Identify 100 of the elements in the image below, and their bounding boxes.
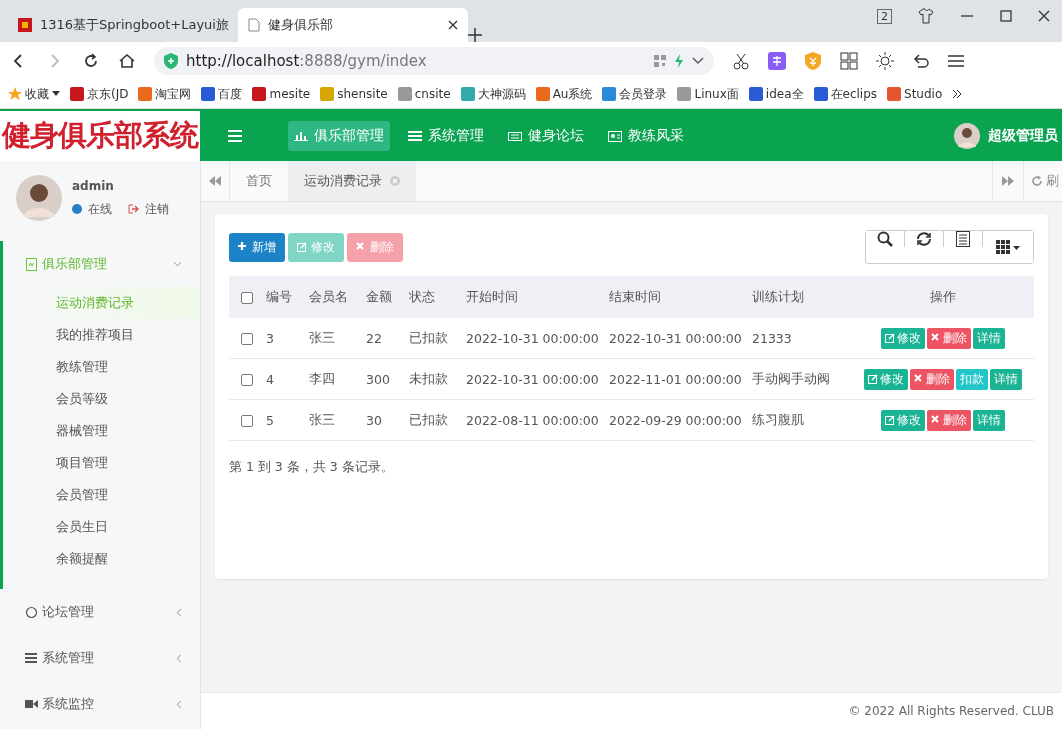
menu-item[interactable]: 余额提醒 bbox=[3, 543, 200, 575]
bookmark[interactable]: 京东(JD bbox=[87, 85, 129, 103]
bookmark[interactable]: 淘宝网 bbox=[155, 85, 192, 103]
sun-icon[interactable] bbox=[876, 52, 894, 70]
column-header: 开始时间 bbox=[466, 288, 518, 304]
favorites-label[interactable]: 收藏 bbox=[25, 85, 49, 103]
translate-icon[interactable] bbox=[768, 52, 786, 70]
plus-icon bbox=[238, 242, 248, 252]
bookmark[interactable]: 百度 bbox=[218, 85, 243, 103]
columns-icon[interactable] bbox=[996, 240, 1020, 254]
table-cell: 未扣款 bbox=[409, 370, 448, 386]
menu-item[interactable]: 会员等级 bbox=[3, 383, 200, 415]
avatar bbox=[16, 175, 62, 221]
chevron-left-icon bbox=[176, 699, 182, 709]
column-header: 训练计划 bbox=[752, 288, 804, 304]
maximize-icon[interactable] bbox=[1000, 10, 1012, 22]
menu-icon[interactable] bbox=[948, 54, 964, 68]
avatar bbox=[954, 123, 980, 149]
list-icon bbox=[408, 130, 422, 142]
logout-link[interactable]: 注销 bbox=[145, 200, 169, 218]
copyright-text: © 2022 All Rights Reserved. CLUB bbox=[201, 692, 1062, 729]
table-cell: 2022-09-29 00:00:00 bbox=[609, 412, 742, 428]
table-cell: 2022-10-31 00:00:00 bbox=[609, 330, 742, 346]
chevron-down-icon bbox=[173, 261, 182, 267]
bookmark[interactable]: Linux面 bbox=[694, 85, 739, 103]
close-icon bbox=[356, 242, 366, 252]
chart-icon bbox=[294, 130, 308, 142]
bookmark[interactable]: 会员登录 bbox=[619, 85, 668, 103]
menu-group[interactable]: 系统管理 bbox=[3, 635, 200, 681]
bookmark[interactable]: idea全 bbox=[765, 85, 804, 103]
column-header: 金额 bbox=[366, 288, 392, 304]
menu-item[interactable]: 会员生日 bbox=[3, 511, 200, 543]
bookmark[interactable]: 大神源码 bbox=[477, 85, 526, 103]
star-icon bbox=[8, 87, 22, 101]
close-icon[interactable] bbox=[1038, 10, 1050, 22]
app-logo: 健身俱乐部系统 bbox=[0, 111, 200, 161]
bookmark-icon bbox=[252, 87, 267, 101]
logout-icon[interactable] bbox=[128, 204, 139, 214]
reload-icon[interactable] bbox=[82, 52, 100, 70]
row-checkbox[interactable] bbox=[241, 415, 253, 427]
page-tab[interactable]: 首页 bbox=[230, 161, 288, 201]
bookmark-icon bbox=[887, 87, 902, 101]
rewind-icon[interactable] bbox=[209, 176, 221, 186]
edit-icon bbox=[884, 415, 895, 425]
new-tab-icon[interactable] bbox=[468, 28, 482, 42]
table-cell: 练习腹肌 bbox=[752, 411, 804, 427]
toolbar-button[interactable]: 新增 bbox=[229, 232, 285, 262]
table-cell: 2022-11-01 00:00:00 bbox=[609, 371, 742, 387]
menu-item[interactable]: 教练管理 bbox=[3, 351, 200, 383]
chevron-left-icon bbox=[176, 653, 182, 663]
scissors-icon[interactable] bbox=[732, 52, 750, 70]
refresh-icon bbox=[1032, 176, 1042, 186]
bookmark[interactable]: shensite bbox=[337, 87, 388, 101]
browser-tab[interactable]: 健身俱乐部 bbox=[238, 8, 468, 42]
table-cell: 张三 bbox=[309, 411, 335, 427]
menu-group[interactable]: 论坛管理 bbox=[3, 589, 200, 635]
bookmark[interactable]: 在eclips bbox=[830, 85, 878, 103]
shirt-icon[interactable] bbox=[918, 8, 934, 24]
table-cell: 30 bbox=[366, 412, 382, 428]
table-cell: 300 bbox=[366, 371, 390, 387]
menu-item[interactable]: 会员管理 bbox=[3, 479, 200, 511]
camera-icon bbox=[25, 697, 38, 711]
menu-item[interactable]: 器械管理 bbox=[3, 415, 200, 447]
chevron-icon[interactable] bbox=[692, 57, 704, 65]
shield-icon bbox=[164, 53, 178, 69]
caret-icon[interactable] bbox=[52, 91, 60, 97]
close-icon[interactable] bbox=[448, 20, 458, 30]
bookmark[interactable]: Au系统 bbox=[552, 85, 593, 103]
refresh-button[interactable]: 刷 bbox=[1023, 161, 1062, 201]
document-icon bbox=[25, 257, 38, 271]
bookmark-icon bbox=[677, 87, 692, 101]
menu-group[interactable]: 系统监控 bbox=[3, 681, 200, 727]
qr-icon[interactable] bbox=[654, 55, 666, 67]
bookmark-icon bbox=[320, 87, 335, 101]
edit-icon bbox=[867, 374, 878, 384]
search-icon[interactable] bbox=[866, 231, 905, 247]
fast-forward-icon[interactable] bbox=[1002, 176, 1014, 186]
column-header: 操作 bbox=[929, 288, 956, 304]
bookmark[interactable]: Studio bbox=[904, 87, 943, 101]
menu-item[interactable]: 我的推荐项目 bbox=[3, 319, 200, 351]
bookmark-icon bbox=[397, 87, 412, 101]
bookmark[interactable]: mesite bbox=[269, 87, 311, 101]
bookmark-icon bbox=[70, 87, 84, 101]
row-checkbox[interactable] bbox=[241, 333, 253, 345]
undo-icon[interactable] bbox=[912, 52, 930, 70]
home-icon[interactable] bbox=[118, 52, 136, 70]
browser-tab[interactable]: 1316基于Springboot+Layui旅 bbox=[8, 8, 238, 42]
more-icon[interactable] bbox=[952, 89, 963, 99]
page-icon bbox=[248, 18, 260, 32]
page-tab[interactable]: 运动消费记录 bbox=[288, 161, 416, 201]
bookmark-icon bbox=[138, 87, 153, 101]
menu-item[interactable]: 项目管理 bbox=[3, 447, 200, 479]
pagination-info: 第 1 到 3 条，共 3 条记录。 bbox=[229, 459, 395, 476]
grid-icon[interactable] bbox=[840, 52, 858, 70]
bookmark-icon bbox=[201, 87, 216, 101]
row-checkbox[interactable] bbox=[241, 374, 253, 386]
bookmark[interactable]: cnsite bbox=[414, 87, 451, 101]
tab-count[interactable]: 2 bbox=[877, 8, 892, 24]
bookmark-icon bbox=[748, 87, 763, 101]
select-all-checkbox[interactable] bbox=[241, 292, 253, 304]
